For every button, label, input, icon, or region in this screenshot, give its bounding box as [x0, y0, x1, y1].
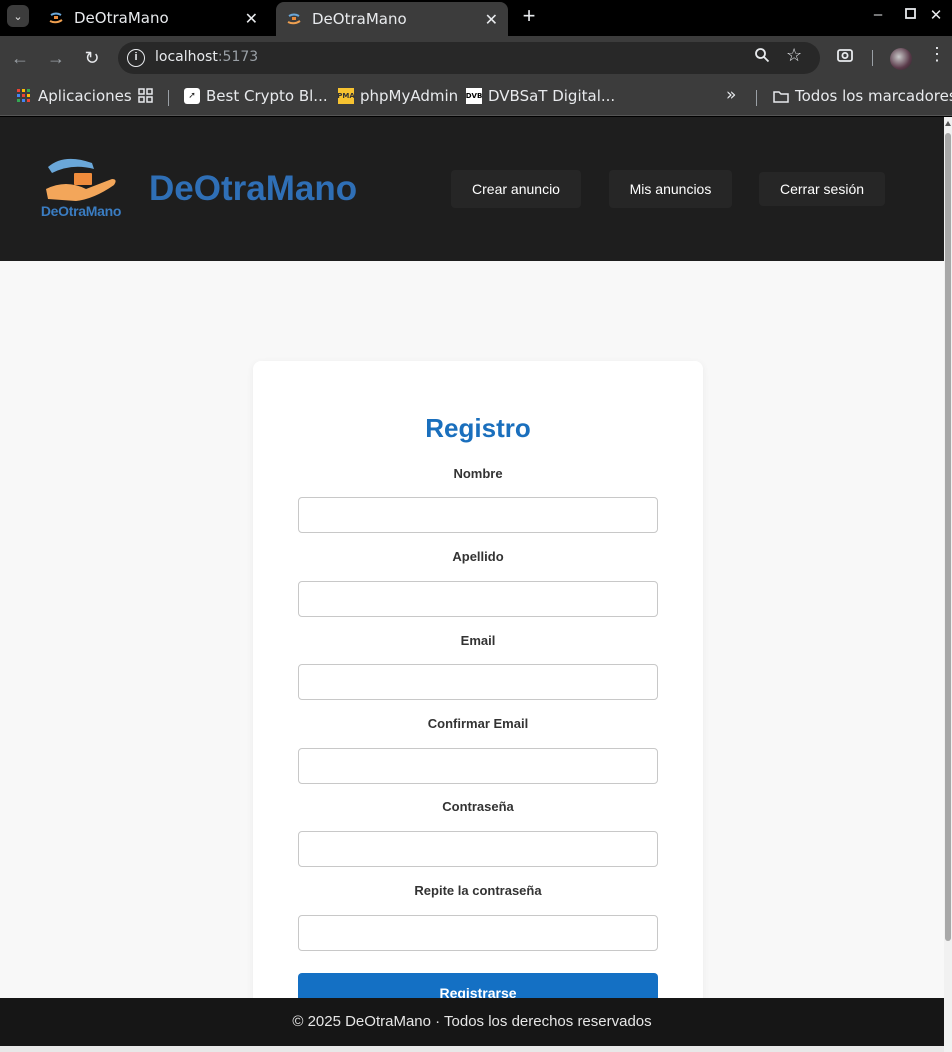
- registration-card: Registro Nombre Apellido Email Confirmar…: [253, 361, 703, 1052]
- new-tab-plus-icon[interactable]: +: [518, 4, 540, 28]
- confirm-email-label: Confirmar Email: [427, 716, 529, 731]
- password-label: Contraseña: [442, 799, 514, 814]
- close-window-icon[interactable]: ✕: [926, 6, 946, 24]
- site-favicon-icon: [286, 11, 302, 27]
- password-input[interactable]: [298, 831, 658, 867]
- last-name-label: Apellido: [452, 549, 504, 564]
- scroll-up-arrow-icon[interactable]: [945, 121, 951, 126]
- page-scrollbar[interactable]: [944, 117, 952, 1052]
- profile-avatar[interactable]: [890, 48, 912, 70]
- browser-tab-2[interactable]: DeOtraMano ✕: [276, 2, 508, 36]
- maximize-window-icon[interactable]: [900, 6, 920, 23]
- bookmark-label: Aplicaciones: [38, 87, 132, 105]
- page-viewport: DeOtraMano DeOtraMano Crear anuncio Mis …: [0, 117, 944, 1052]
- bookmark-all-folder[interactable]: Todos los marcadores: [773, 87, 952, 105]
- dvb-icon: DVB: [466, 88, 482, 104]
- close-tab-icon[interactable]: ✕: [245, 9, 258, 28]
- bookmarks-bar: Aplicaciones ➚ Best Crypto Bl... PMA php…: [0, 80, 952, 116]
- tab-title: DeOtraMano: [312, 10, 407, 28]
- apps-grid-icon: [16, 88, 32, 104]
- first-name-input[interactable]: [298, 497, 658, 533]
- brand-title[interactable]: DeOtraMano: [149, 169, 357, 209]
- first-name-label: Nombre: [453, 466, 503, 481]
- back-arrow-icon[interactable]: ←: [8, 46, 32, 70]
- browser-tab-strip: ⌄ DeOtraMano ✕ DeOtraMano ✕ + – ✕: [0, 0, 952, 36]
- bookmark-crypto[interactable]: ➚ Best Crypto Bl...: [184, 87, 328, 105]
- bookmarks-overflow-icon[interactable]: »: [726, 85, 736, 105]
- my-ads-button[interactable]: Mis anuncios: [609, 170, 732, 208]
- bookmark-label: phpMyAdmin: [360, 87, 459, 105]
- site-header: DeOtraMano DeOtraMano Crear anuncio Mis …: [0, 117, 944, 261]
- form-title: Registro: [425, 413, 531, 443]
- logout-button[interactable]: Cerrar sesión: [759, 172, 885, 206]
- logo-text: DeOtraMano: [40, 203, 122, 219]
- create-ad-button[interactable]: Crear anuncio: [451, 170, 581, 208]
- bookmark-divider: [756, 90, 757, 106]
- zoom-icon[interactable]: [754, 47, 770, 68]
- browser-tab-1[interactable]: DeOtraMano ✕: [38, 2, 268, 34]
- folder-icon: [773, 88, 789, 104]
- url-host: localhost: [155, 49, 218, 65]
- tab-search-chevron-icon[interactable]: ⌄: [7, 5, 29, 27]
- site-footer: © 2025 DeOtraMano · Todos los derechos r…: [0, 998, 944, 1046]
- url-port: :5173: [217, 49, 259, 65]
- hands-logo-icon: [46, 158, 116, 201]
- bookmark-divider: [168, 90, 169, 106]
- site-logo[interactable]: DeOtraMano: [36, 155, 126, 219]
- browser-menu-icon[interactable]: ⋮: [928, 44, 946, 65]
- address-bar[interactable]: i localhost:5173 ☆: [118, 42, 820, 74]
- minimize-window-icon[interactable]: –: [868, 6, 888, 23]
- bookmark-dvb[interactable]: DVB DVBSaT Digital...: [466, 87, 615, 105]
- repeat-password-label: Repite la contraseña: [414, 883, 542, 898]
- bookmark-label: Todos los marcadores: [795, 87, 952, 105]
- bookmark-apps[interactable]: Aplicaciones: [16, 87, 132, 105]
- browser-toolbar: ← → ↻ i localhost:5173 ☆ ⋮: [0, 36, 952, 80]
- site-info-icon[interactable]: i: [127, 49, 145, 67]
- forward-arrow-icon[interactable]: →: [44, 46, 68, 70]
- email-input[interactable]: [298, 664, 658, 700]
- phpmyadmin-icon: PMA: [337, 88, 355, 104]
- overflow-label: »: [726, 85, 737, 105]
- reload-icon[interactable]: ↻: [80, 46, 104, 70]
- site-favicon-icon: [48, 10, 64, 26]
- bookmark-phpmyadmin[interactable]: PMA phpMyAdmin: [337, 87, 459, 105]
- bottom-edge: [0, 1046, 944, 1052]
- tab-groups-icon: [137, 87, 153, 103]
- toolbar-divider: [872, 50, 873, 66]
- bookmark-label: Best Crypto Bl...: [206, 87, 328, 105]
- bookmark-star-icon[interactable]: ☆: [786, 45, 802, 66]
- bookmark-tab-groups[interactable]: [137, 87, 159, 103]
- rocket-icon: ➚: [184, 88, 200, 104]
- email-label: Email: [460, 633, 496, 648]
- close-tab-icon[interactable]: ✕: [485, 10, 498, 29]
- repeat-password-input[interactable]: [298, 915, 658, 951]
- confirm-email-input[interactable]: [298, 748, 658, 784]
- screenshot-lens-icon[interactable]: [836, 46, 854, 69]
- address-url[interactable]: localhost:5173: [155, 49, 258, 65]
- last-name-input[interactable]: [298, 581, 658, 617]
- scrollbar-thumb[interactable]: [945, 133, 951, 941]
- bookmark-label: DVBSaT Digital...: [488, 87, 616, 105]
- tab-title: DeOtraMano: [74, 9, 169, 27]
